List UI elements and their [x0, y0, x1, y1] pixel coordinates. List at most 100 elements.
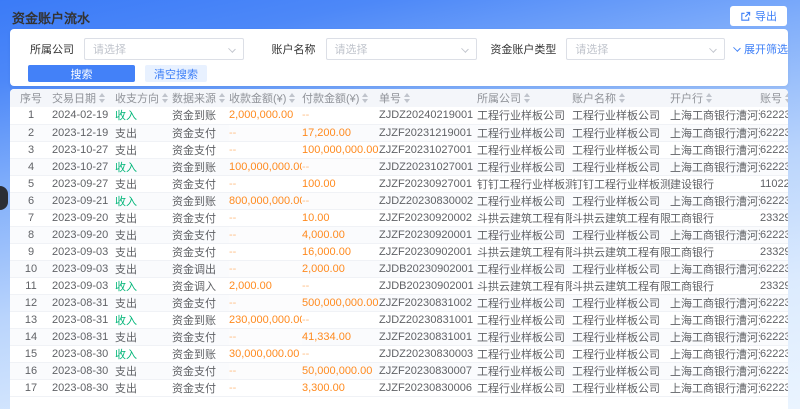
table-row: 132023-08-31收入资金到账230,000,000.00--ZJDZ20… — [10, 311, 788, 328]
cell-date: 2023-09-03 — [52, 277, 115, 294]
account-name-select[interactable]: 请选择 — [326, 38, 478, 60]
sort-icon[interactable] — [362, 93, 368, 103]
cell-payment: -- — [302, 158, 379, 175]
cell-receipt: -- — [229, 141, 302, 158]
cell-no: 8 — [10, 226, 52, 243]
sort-icon[interactable] — [619, 93, 625, 103]
cell-no: 13 — [10, 311, 52, 328]
cell-bank: 上海工商银行漕河泾支行 — [670, 158, 760, 175]
table-row: 32023-10-27支出资金支付--100,000,000.00ZJZF202… — [10, 141, 788, 158]
account-type-select-placeholder: 请选择 — [575, 41, 608, 57]
cell-account_name: 工程行业样板公司 — [572, 260, 670, 277]
export-button[interactable]: 导出 — [730, 6, 787, 26]
cell-bank: 工商银行 — [670, 277, 760, 294]
cell-bank: 上海工商银行漕河泾支行 — [670, 328, 760, 345]
cell-source: 资金调入 — [172, 277, 229, 294]
account-type-select[interactable]: 请选择 — [566, 38, 725, 60]
cell-date: 2023-12-19 — [52, 124, 115, 141]
column-header-account_no[interactable]: 账号 — [760, 89, 788, 107]
cell-payment: -- — [302, 277, 379, 294]
cell-company: 工程行业样板公司 — [477, 141, 572, 158]
table-row: 52023-09-27支出资金支付--100.00ZJZF20230927001… — [10, 175, 788, 192]
cell-account_no: 622230111 — [760, 260, 788, 277]
cell-payment: 3,300.00 — [302, 379, 379, 396]
cell-direction: 支出 — [115, 141, 172, 158]
column-header-account_name[interactable]: 账户名称 — [572, 89, 670, 107]
table-row: 142023-08-31支出资金支付--41,334.00ZJZF2023083… — [10, 328, 788, 345]
cell-direction: 支出 — [115, 209, 172, 226]
search-button[interactable]: 搜索 — [28, 65, 135, 82]
cell-account_name: 工程行业样板公司 — [572, 158, 670, 175]
column-header-source[interactable]: 数据来源 — [172, 89, 229, 107]
flow-table-card: 序号交易日期收支方向数据来源收款金额(¥)付款金额(¥)单号所属公司账户名称开户… — [10, 89, 788, 409]
cell-receipt: 230,000,000.00 — [229, 311, 302, 328]
column-label: 收支方向 — [115, 93, 159, 105]
column-header-payment[interactable]: 付款金额(¥) — [302, 89, 379, 107]
sort-icon[interactable] — [99, 93, 105, 103]
cell-account_no: 110223825 — [760, 175, 788, 192]
sort-icon[interactable] — [162, 93, 168, 103]
cell-account_name: 工程行业样板公司 — [572, 328, 670, 345]
cell-company: 工程行业样板公司 — [477, 362, 572, 379]
sort-icon[interactable] — [404, 93, 410, 103]
cell-account_no: 23329499 — [760, 277, 788, 294]
cell-date: 2023-08-31 — [52, 311, 115, 328]
cell-company: 工程行业样板公司 — [477, 158, 572, 175]
sort-icon[interactable] — [289, 93, 295, 103]
cell-company: 工程行业样板公司 — [477, 226, 572, 243]
cell-no: 5 — [10, 175, 52, 192]
cell-receipt: -- — [229, 294, 302, 311]
cell-no: 14 — [10, 328, 52, 345]
cell-date: 2023-09-03 — [52, 260, 115, 277]
cell-company: 工程行业样板公司 — [477, 107, 572, 124]
cell-direction: 支出 — [115, 379, 172, 396]
cell-account_no: 622230111 — [760, 107, 788, 124]
cell-source: 资金支付 — [172, 243, 229, 260]
cell-account_name: 工程行业样板公司 — [572, 311, 670, 328]
account-name-filter-label: 账户名称 — [272, 41, 316, 57]
sort-icon[interactable] — [219, 93, 225, 103]
company-select[interactable]: 请选择 — [84, 38, 244, 60]
table-row: 122023-08-31支出资金支付--500,000,000.00ZJZF20… — [10, 294, 788, 311]
column-header-company[interactable]: 所属公司 — [477, 89, 572, 107]
cell-account_no: 622230111 — [760, 294, 788, 311]
cell-order_no: ZJZF20231219001 — [379, 124, 477, 141]
cell-direction: 收入 — [115, 277, 172, 294]
cell-direction: 收入 — [115, 158, 172, 175]
cell-receipt: -- — [229, 362, 302, 379]
sort-icon[interactable] — [785, 93, 788, 103]
cell-source: 资金支付 — [172, 362, 229, 379]
cell-date: 2023-09-27 — [52, 175, 115, 192]
cell-no: 4 — [10, 158, 52, 175]
column-header-order_no[interactable]: 单号 — [379, 89, 477, 107]
company-select-placeholder: 请选择 — [93, 41, 126, 57]
cell-company: 工程行业样板公司 — [477, 260, 572, 277]
flow-table: 序号交易日期收支方向数据来源收款金额(¥)付款金额(¥)单号所属公司账户名称开户… — [10, 89, 788, 397]
clear-search-button[interactable]: 清空搜索 — [145, 65, 207, 82]
column-header-date[interactable]: 交易日期 — [52, 89, 115, 107]
cell-order_no: ZJDZ20230831001 — [379, 311, 477, 328]
table-row: 92023-09-03支出资金支付--16,000.00ZJZF20230902… — [10, 243, 788, 260]
table-row: 112023-09-03收入资金调入2,000.00--ZJDB20230902… — [10, 277, 788, 294]
cell-no: 7 — [10, 209, 52, 226]
column-header-direction[interactable]: 收支方向 — [115, 89, 172, 107]
table-row: 172023-08-30支出资金支付--3,300.00ZJZF20230830… — [10, 379, 788, 396]
cell-bank: 上海工商银行漕河泾支行 — [670, 345, 760, 362]
sort-icon[interactable] — [524, 93, 530, 103]
cell-direction: 支出 — [115, 260, 172, 277]
cell-order_no: ZJDZ20231027001 — [379, 158, 477, 175]
side-drawer-handle[interactable] — [0, 186, 8, 210]
table-row: 12024-02-19收入资金到账2,000,000.00--ZJDZ20240… — [10, 107, 788, 124]
column-header-receipt[interactable]: 收款金额(¥) — [229, 89, 302, 107]
cell-no: 3 — [10, 141, 52, 158]
expand-filters-link[interactable]: 展开筛选 — [734, 41, 788, 57]
cell-receipt: -- — [229, 260, 302, 277]
column-header-bank[interactable]: 开户行 — [670, 89, 760, 107]
cell-account_no: 622230111 — [760, 328, 788, 345]
export-label: 导出 — [755, 8, 777, 24]
cell-account_no: 622230111 — [760, 124, 788, 141]
cell-receipt: -- — [229, 243, 302, 260]
column-label: 收款金额(¥) — [229, 93, 286, 105]
sort-icon[interactable] — [706, 93, 712, 103]
cell-no: 16 — [10, 362, 52, 379]
